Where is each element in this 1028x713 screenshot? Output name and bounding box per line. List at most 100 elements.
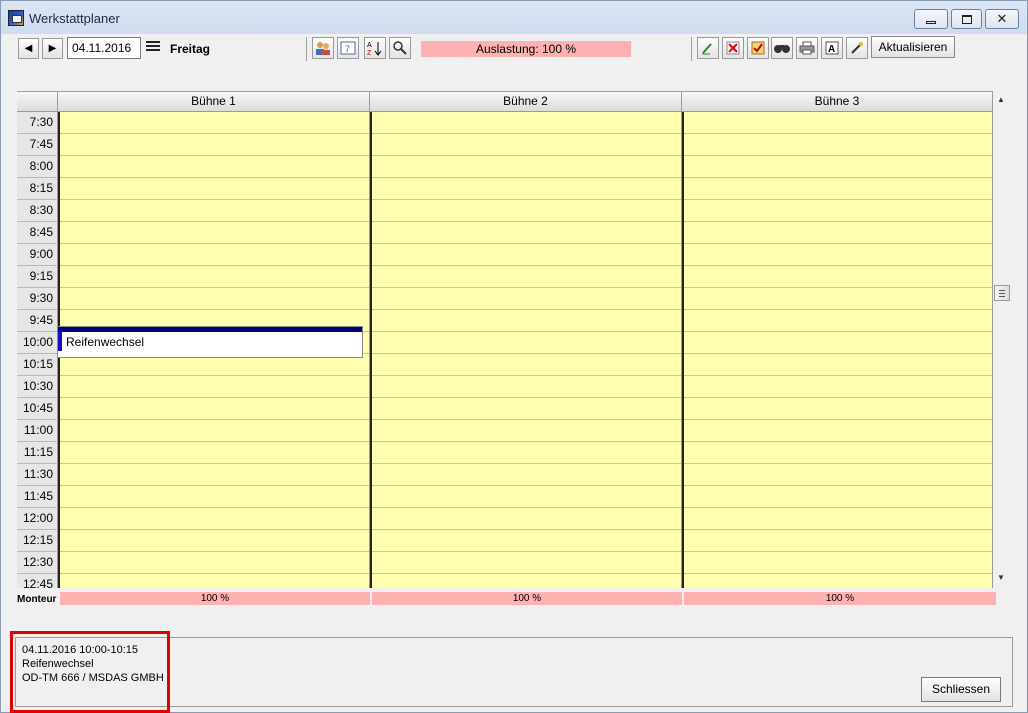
time-slot[interactable] xyxy=(60,376,369,398)
time-slot[interactable] xyxy=(60,266,369,288)
scroll-up-icon[interactable]: ▲ xyxy=(997,95,1005,104)
time-slot[interactable] xyxy=(372,354,681,376)
time-slot[interactable] xyxy=(372,178,681,200)
users-button[interactable] xyxy=(312,37,334,59)
minimize-button[interactable] xyxy=(914,9,948,29)
time-slot[interactable] xyxy=(372,112,681,134)
time-slot[interactable] xyxy=(372,486,681,508)
monteur-load: 100 % xyxy=(684,592,996,605)
time-slot[interactable] xyxy=(60,574,369,588)
time-slot[interactable] xyxy=(684,266,992,288)
sort-button[interactable]: A Z xyxy=(364,37,386,59)
delete-button[interactable] xyxy=(722,37,744,59)
time-slot[interactable] xyxy=(684,420,992,442)
time-slot[interactable] xyxy=(684,156,992,178)
time-slot[interactable] xyxy=(684,508,992,530)
stage-header: Bühne 3 xyxy=(682,92,993,112)
title-bar[interactable]: Werkstattplaner ✕ xyxy=(1,1,1027,34)
time-slot[interactable] xyxy=(684,112,992,134)
stage-column[interactable] xyxy=(682,112,993,588)
time-slot[interactable] xyxy=(60,552,369,574)
detail-vehicle-customer: OD-TM 666 / MSDAS GMBH xyxy=(22,672,164,684)
minimize-icon xyxy=(926,20,936,24)
time-label: 12:15 xyxy=(17,530,58,552)
font-button[interactable]: A xyxy=(821,37,843,59)
time-slot[interactable] xyxy=(684,222,992,244)
time-slot[interactable] xyxy=(684,332,992,354)
time-slot[interactable] xyxy=(60,112,369,134)
time-slot[interactable] xyxy=(60,486,369,508)
edit-button[interactable] xyxy=(697,37,719,59)
time-slot[interactable] xyxy=(684,178,992,200)
time-slot[interactable] xyxy=(372,398,681,420)
time-slot[interactable] xyxy=(60,178,369,200)
calendar-icon: 7 xyxy=(340,41,356,55)
calendar-button[interactable]: 7 xyxy=(337,37,359,59)
search-button[interactable] xyxy=(389,37,411,59)
time-slot[interactable] xyxy=(684,244,992,266)
time-slot[interactable] xyxy=(684,288,992,310)
confirm-button[interactable] xyxy=(747,37,769,59)
time-label: 8:45 xyxy=(17,222,58,244)
time-slot[interactable] xyxy=(372,508,681,530)
time-slot[interactable] xyxy=(684,310,992,332)
time-slot[interactable] xyxy=(372,442,681,464)
time-slot[interactable] xyxy=(60,442,369,464)
time-slot[interactable] xyxy=(372,266,681,288)
appointment-block[interactable]: Reifenwechsel xyxy=(57,326,363,358)
time-slot[interactable] xyxy=(60,244,369,266)
time-slot[interactable] xyxy=(60,530,369,552)
time-slot[interactable] xyxy=(684,464,992,486)
time-slot[interactable] xyxy=(60,420,369,442)
print-button[interactable] xyxy=(796,37,818,59)
grid-corner xyxy=(17,92,58,112)
svg-text:A: A xyxy=(367,42,372,49)
time-slot[interactable] xyxy=(684,552,992,574)
maximize-button[interactable] xyxy=(951,9,982,29)
time-slot[interactable] xyxy=(684,200,992,222)
vertical-scrollbar[interactable]: ▲ ▼ xyxy=(994,91,1011,588)
time-slot[interactable] xyxy=(372,134,681,156)
time-slot[interactable] xyxy=(372,222,681,244)
time-slot[interactable] xyxy=(372,244,681,266)
time-slot[interactable] xyxy=(372,200,681,222)
next-day-button[interactable]: ▶ xyxy=(42,38,63,59)
time-slot[interactable] xyxy=(372,156,681,178)
scroll-thumb[interactable] xyxy=(994,285,1010,301)
time-slot[interactable] xyxy=(372,310,681,332)
scroll-down-icon[interactable]: ▼ xyxy=(997,573,1005,582)
time-slot[interactable] xyxy=(60,288,369,310)
time-slot[interactable] xyxy=(372,530,681,552)
time-slot[interactable] xyxy=(684,398,992,420)
time-slot[interactable] xyxy=(60,222,369,244)
time-slot[interactable] xyxy=(60,508,369,530)
time-slot[interactable] xyxy=(684,530,992,552)
time-slot[interactable] xyxy=(60,134,369,156)
time-slot[interactable] xyxy=(372,376,681,398)
prev-day-button[interactable]: ◀ xyxy=(18,38,39,59)
calendar-menu-icon[interactable] xyxy=(146,41,160,53)
time-slot[interactable] xyxy=(60,464,369,486)
time-slot[interactable] xyxy=(60,156,369,178)
time-slot[interactable] xyxy=(372,288,681,310)
time-slot[interactable] xyxy=(684,574,992,588)
time-slot[interactable] xyxy=(372,464,681,486)
time-slot[interactable] xyxy=(684,442,992,464)
time-slot[interactable] xyxy=(372,420,681,442)
time-slot[interactable] xyxy=(372,332,681,354)
time-slot[interactable] xyxy=(372,552,681,574)
time-slot[interactable] xyxy=(684,486,992,508)
find-button[interactable] xyxy=(771,37,793,59)
time-slot[interactable] xyxy=(684,354,992,376)
close-window-button[interactable]: ✕ xyxy=(985,9,1019,29)
time-slot[interactable] xyxy=(60,200,369,222)
date-field[interactable]: 04.11.2016 xyxy=(67,37,141,59)
time-slot[interactable] xyxy=(60,398,369,420)
time-slot[interactable] xyxy=(684,134,992,156)
tools-button[interactable] xyxy=(846,37,868,59)
time-slot[interactable] xyxy=(684,376,992,398)
stage-column[interactable] xyxy=(370,112,682,588)
time-slot[interactable] xyxy=(372,574,681,588)
close-button[interactable]: Schliessen xyxy=(921,677,1001,702)
refresh-button[interactable]: Aktualisieren xyxy=(871,36,955,58)
